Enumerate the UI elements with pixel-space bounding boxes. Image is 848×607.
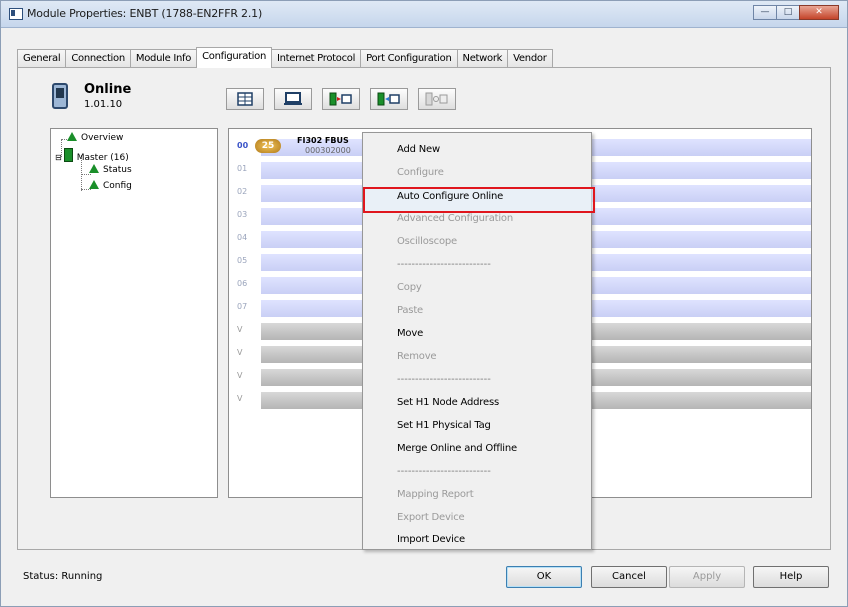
cancel-button[interactable]: Cancel	[591, 566, 667, 588]
toolbar	[226, 88, 466, 110]
slot-number: 05	[237, 256, 248, 265]
status-value: Running	[61, 571, 103, 582]
tab-general[interactable]: General	[17, 49, 67, 68]
tree-label: Status	[103, 165, 132, 175]
menu-item-add-new[interactable]: Add New	[397, 144, 440, 155]
minimize-icon[interactable]: —	[753, 5, 777, 20]
maximize-icon[interactable]: □	[776, 5, 800, 20]
status-line: Status: Running	[23, 571, 102, 582]
menu-item-set-h1-node-address[interactable]: Set H1 Node Address	[397, 397, 499, 408]
tab-configuration[interactable]: Configuration	[196, 47, 272, 68]
slot-number: V	[237, 371, 243, 380]
download-icon	[329, 92, 352, 106]
ok-button[interactable]: OK	[506, 566, 582, 588]
status-ok-icon	[89, 164, 99, 173]
tree-label: Master (16)	[76, 153, 129, 163]
menu-item-merge-online-offline[interactable]: Merge Online and Offline	[397, 443, 517, 454]
window-controls: — □ ✕	[753, 5, 839, 22]
window-title: Module Properties: ENBT (1788-EN2FFR 2.1…	[27, 7, 263, 20]
collapse-icon[interactable]: ⊟	[55, 153, 62, 162]
menu-item-import-device[interactable]: Import Device	[397, 534, 465, 545]
upload-button[interactable]	[370, 88, 408, 110]
menu-item-auto-configure-online[interactable]: Auto Configure Online	[397, 191, 503, 202]
app-icon	[9, 8, 23, 20]
menu-separator: --------------------------	[397, 466, 491, 477]
status-ok-icon	[67, 132, 77, 141]
upload-icon	[377, 92, 400, 106]
grid-view-button[interactable]	[226, 88, 264, 110]
firmware-version: 1.01.10	[84, 99, 123, 110]
status-ok-icon	[89, 180, 99, 189]
menu-item-copy[interactable]: Copy	[397, 282, 422, 293]
tab-connection[interactable]: Connection	[65, 49, 131, 68]
slot-number: 04	[237, 233, 248, 242]
slot-number: V	[237, 325, 243, 334]
status-label: Status:	[23, 571, 59, 582]
close-icon[interactable]: ✕	[799, 5, 839, 20]
computer-button[interactable]	[274, 88, 312, 110]
device-id: 000302000	[305, 146, 351, 155]
slot-number: 01	[237, 164, 248, 173]
device-name: FI302 FBUS	[297, 136, 349, 145]
device-tree: Overview ⊟ Master (16) Status Config	[50, 128, 218, 498]
tab-module-info[interactable]: Module Info	[129, 49, 198, 68]
context-menu: Add New Configure Auto Configure Online …	[362, 132, 595, 550]
tree-item-overview[interactable]: Overview	[67, 132, 123, 143]
menu-item-advanced-configuration[interactable]: Advanced Configuration	[397, 213, 513, 224]
menu-item-paste[interactable]: Paste	[397, 305, 423, 316]
tree-item-config[interactable]: Config	[89, 180, 132, 191]
tab-vendor[interactable]: Vendor	[507, 49, 553, 68]
title-bar[interactable]: Module Properties: ENBT (1788-EN2FFR 2.1…	[1, 1, 847, 28]
device-icon	[52, 83, 68, 109]
menu-item-remove[interactable]: Remove	[397, 351, 437, 362]
menu-item-mapping-report[interactable]: Mapping Report	[397, 489, 474, 500]
tab-port-configuration[interactable]: Port Configuration	[360, 49, 458, 68]
tree-label: Config	[103, 181, 132, 191]
slot-number: 02	[237, 187, 248, 196]
grid-icon	[237, 92, 253, 106]
tree-item-status[interactable]: Status	[89, 164, 132, 175]
menu-item-oscilloscope[interactable]: Oscilloscope	[397, 236, 457, 247]
menu-separator: --------------------------	[397, 374, 491, 385]
menu-item-set-h1-physical-tag[interactable]: Set H1 Physical Tag	[397, 420, 491, 431]
menu-item-configure[interactable]: Configure	[397, 167, 444, 178]
slot-number: V	[237, 348, 243, 357]
menu-item-export-device[interactable]: Export Device	[397, 512, 465, 523]
apply-button[interactable]: Apply	[669, 566, 745, 588]
sync-button	[418, 88, 456, 110]
menu-separator: --------------------------	[397, 259, 491, 270]
tab-strip: General Connection Module Info Configura…	[17, 47, 553, 68]
tab-network[interactable]: Network	[456, 49, 509, 68]
master-icon	[63, 148, 73, 162]
sync-icon	[425, 92, 448, 106]
slot-number: 07	[237, 302, 248, 311]
tree-label: Overview	[81, 133, 124, 143]
slot-number: V	[237, 394, 243, 403]
menu-item-move[interactable]: Move	[397, 328, 423, 339]
online-label: Online	[84, 82, 132, 97]
help-button[interactable]: Help	[753, 566, 829, 588]
device-badge: 25	[255, 139, 281, 153]
laptop-icon	[284, 92, 302, 105]
tab-internet-protocol[interactable]: Internet Protocol	[271, 49, 362, 68]
tree-item-master[interactable]: ⊟ Master (16)	[55, 148, 129, 163]
slot-number: 06	[237, 279, 248, 288]
slot-number: 03	[237, 210, 248, 219]
download-button[interactable]	[322, 88, 360, 110]
module-properties-window: Module Properties: ENBT (1788-EN2FFR 2.1…	[0, 0, 848, 607]
